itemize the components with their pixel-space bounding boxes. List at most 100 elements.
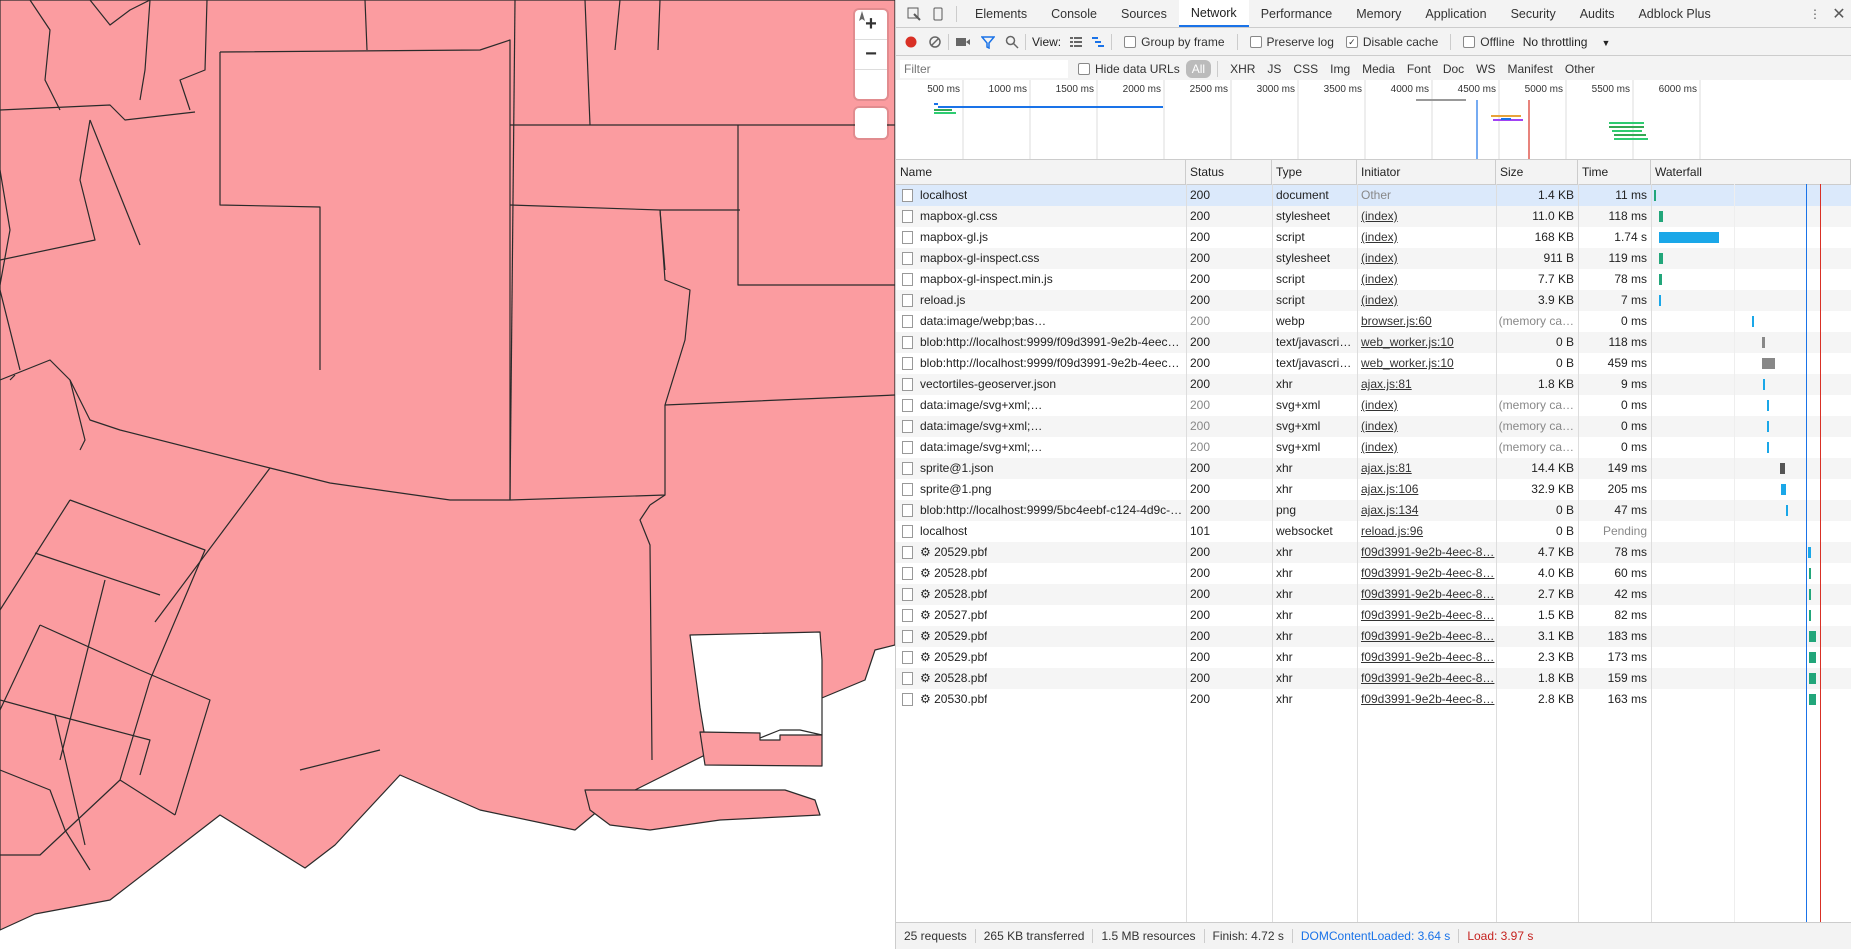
- column-header-type[interactable]: Type: [1272, 160, 1357, 184]
- filter-type-xhr[interactable]: XHR: [1224, 60, 1261, 78]
- filter-type-ws[interactable]: WS: [1470, 60, 1501, 78]
- cell-initiator[interactable]: f09d3991-9e2b-4eec-8…: [1357, 668, 1496, 689]
- tab-performance[interactable]: Performance: [1249, 0, 1345, 27]
- filter-type-other[interactable]: Other: [1559, 60, 1601, 78]
- filter-type-js[interactable]: JS: [1261, 60, 1287, 78]
- cell-initiator[interactable]: ajax.js:134: [1357, 500, 1496, 521]
- column-header-status[interactable]: Status: [1186, 160, 1272, 184]
- tab-sources[interactable]: Sources: [1109, 0, 1179, 27]
- filter-toggle-button[interactable]: [981, 35, 995, 49]
- disable-cache-checkbox[interactable]: ✓ Disable cache: [1345, 35, 1438, 49]
- cell-initiator[interactable]: (index): [1357, 269, 1496, 290]
- tab-adblock-plus[interactable]: Adblock Plus: [1626, 0, 1722, 27]
- table-row[interactable]: data:image/svg+xml;… 200 svg+xml (index) (me…: [896, 416, 1851, 437]
- hide-data-urls-checkbox[interactable]: Hide data URLs: [1078, 62, 1180, 76]
- filter-type-css[interactable]: CSS: [1287, 60, 1324, 78]
- cell-initiator[interactable]: web_worker.js:10: [1357, 332, 1496, 353]
- cell-initiator[interactable]: web_worker.js:10: [1357, 353, 1496, 374]
- table-row[interactable]: mapbox-gl.js 200 script (index) 168 KB 1.74 s: [896, 227, 1851, 248]
- table-row[interactable]: mapbox-gl.css 200 stylesheet (index) 11.0 KB…: [896, 206, 1851, 227]
- search-button[interactable]: [1005, 35, 1019, 49]
- inspect-toggle-button[interactable]: [855, 108, 887, 138]
- column-header-size[interactable]: Size: [1496, 160, 1578, 184]
- table-row[interactable]: ⚙ 20528.pbf 200 xhr f09d3991-9e2b-4eec-8… 2.…: [896, 584, 1851, 605]
- table-row[interactable]: blob:http://localhost:9999/5bc4eebf-c124…: [896, 500, 1851, 521]
- cell-initiator[interactable]: browser.js:60: [1357, 311, 1496, 332]
- cell-initiator[interactable]: f09d3991-9e2b-4eec-8…: [1357, 626, 1496, 647]
- table-row[interactable]: ⚙ 20529.pbf 200 xhr f09d3991-9e2b-4eec-8… 4.…: [896, 542, 1851, 563]
- filter-type-font[interactable]: Font: [1401, 60, 1437, 78]
- filter-input[interactable]: [900, 59, 1068, 78]
- filter-type-manifest[interactable]: Manifest: [1502, 60, 1559, 78]
- table-row[interactable]: ⚙ 20529.pbf 200 xhr f09d3991-9e2b-4eec-8… 3.…: [896, 626, 1851, 647]
- offline-checkbox[interactable]: Offline: [1463, 35, 1515, 49]
- table-row[interactable]: data:image/svg+xml;… 200 svg+xml (index) (me…: [896, 437, 1851, 458]
- table-row[interactable]: ⚙ 20528.pbf 200 xhr f09d3991-9e2b-4eec-8… 1.…: [896, 668, 1851, 689]
- column-header-time[interactable]: Time: [1578, 160, 1651, 184]
- preserve-log-checkbox[interactable]: Preserve log: [1249, 35, 1334, 49]
- table-row[interactable]: localhost 200 document Other 1.4 KB 11 ms: [896, 185, 1851, 206]
- table-row[interactable]: ⚙ 20528.pbf 200 xhr f09d3991-9e2b-4eec-8… 4.…: [896, 563, 1851, 584]
- cell-initiator[interactable]: f09d3991-9e2b-4eec-8…: [1357, 605, 1496, 626]
- filter-type-media[interactable]: Media: [1356, 60, 1401, 78]
- table-row[interactable]: blob:http://localhost:9999/f09d3991-9e2b…: [896, 332, 1851, 353]
- cell-initiator[interactable]: (index): [1357, 290, 1496, 311]
- cell-initiator[interactable]: reload.js:96: [1357, 521, 1496, 542]
- table-row[interactable]: localhost 101 websocket reload.js:96 0 B Pend…: [896, 521, 1851, 542]
- tab-console[interactable]: Console: [1039, 0, 1109, 27]
- overview-toggle[interactable]: [1091, 36, 1105, 48]
- cell-initiator[interactable]: (index): [1357, 227, 1496, 248]
- cell-initiator[interactable]: (index): [1357, 395, 1496, 416]
- filter-type-img[interactable]: Img: [1324, 60, 1356, 78]
- timeline-overview[interactable]: 500 ms 1000 ms 1500 ms 2000 ms 2500 ms 3000 m…: [896, 80, 1851, 160]
- cell-initiator[interactable]: ajax.js:81: [1357, 374, 1496, 395]
- map-canvas[interactable]: + −: [0, 0, 895, 949]
- cell-initiator[interactable]: (index): [1357, 206, 1496, 227]
- screenshot-button[interactable]: [955, 36, 971, 48]
- cell-initiator[interactable]: ajax.js:106: [1357, 479, 1496, 500]
- cell-initiator[interactable]: ajax.js:81: [1357, 458, 1496, 479]
- close-devtools-icon[interactable]: ✕: [1827, 0, 1851, 27]
- tab-network[interactable]: Network: [1178, 0, 1249, 27]
- table-row[interactable]: sprite@1.json 200 xhr ajax.js:81 14.4 KB 149 …: [896, 458, 1851, 479]
- table-row[interactable]: mapbox-gl-inspect.css 200 stylesheet (index…: [896, 248, 1851, 269]
- tab-elements[interactable]: Elements: [963, 0, 1039, 27]
- table-row[interactable]: ⚙ 20527.pbf 200 xhr f09d3991-9e2b-4eec-8… 1.…: [896, 605, 1851, 626]
- column-header-initiator[interactable]: Initiator: [1357, 160, 1496, 184]
- table-row[interactable]: ⚙ 20529.pbf 200 xhr f09d3991-9e2b-4eec-8… 2.…: [896, 647, 1851, 668]
- table-row[interactable]: data:image/svg+xml;… 200 svg+xml (index) (me…: [896, 395, 1851, 416]
- compass-button[interactable]: [855, 11, 887, 99]
- tab-security[interactable]: Security: [1499, 0, 1568, 27]
- cell-initiator[interactable]: f09d3991-9e2b-4eec-8…: [1357, 584, 1496, 605]
- device-toolbar-icon[interactable]: [926, 0, 950, 27]
- cell-initiator[interactable]: (index): [1357, 416, 1496, 437]
- cell-initiator[interactable]: f09d3991-9e2b-4eec-8…: [1357, 542, 1496, 563]
- table-row[interactable]: reload.js 200 script (index) 3.9 KB 7 ms: [896, 290, 1851, 311]
- table-row[interactable]: sprite@1.png 200 xhr ajax.js:106 32.9 KB 205 …: [896, 479, 1851, 500]
- table-row[interactable]: vectortiles-geoserver.json 200 xhr ajax.js:…: [896, 374, 1851, 395]
- table-row[interactable]: ⚙ 20530.pbf 200 xhr f09d3991-9e2b-4eec-8… 2.…: [896, 689, 1851, 710]
- column-header-waterfall[interactable]: Waterfall: [1651, 160, 1851, 184]
- group-by-frame-checkbox[interactable]: Group by frame: [1124, 35, 1225, 49]
- tab-memory[interactable]: Memory: [1344, 0, 1413, 27]
- cell-initiator[interactable]: f09d3991-9e2b-4eec-8…: [1357, 563, 1496, 584]
- cell-initiator[interactable]: f09d3991-9e2b-4eec-8…: [1357, 689, 1496, 710]
- clear-button[interactable]: [928, 35, 942, 49]
- more-options-icon[interactable]: ⋮: [1803, 0, 1827, 27]
- cell-initiator[interactable]: (index): [1357, 248, 1496, 269]
- record-button[interactable]: [904, 35, 918, 49]
- tab-application[interactable]: Application: [1413, 0, 1498, 27]
- filter-type-doc[interactable]: Doc: [1437, 60, 1470, 78]
- tab-audits[interactable]: Audits: [1568, 0, 1627, 27]
- cell-initiator[interactable]: Other: [1357, 185, 1496, 206]
- zoom-out-button[interactable]: −: [855, 40, 887, 70]
- inspect-element-icon[interactable]: [902, 0, 926, 27]
- cell-initiator[interactable]: f09d3991-9e2b-4eec-8…: [1357, 647, 1496, 668]
- filter-type-all[interactable]: All: [1185, 59, 1212, 78]
- table-row[interactable]: blob:http://localhost:9999/f09d3991-9e2b…: [896, 353, 1851, 374]
- cell-initiator[interactable]: (index): [1357, 437, 1496, 458]
- column-header-name[interactable]: Name: [896, 160, 1186, 184]
- table-row[interactable]: data:image/webp;bas… 200 webp browser.js:60…: [896, 311, 1851, 332]
- large-rows-toggle[interactable]: [1069, 36, 1083, 48]
- throttling-select[interactable]: No throttling ▼: [1523, 35, 1611, 49]
